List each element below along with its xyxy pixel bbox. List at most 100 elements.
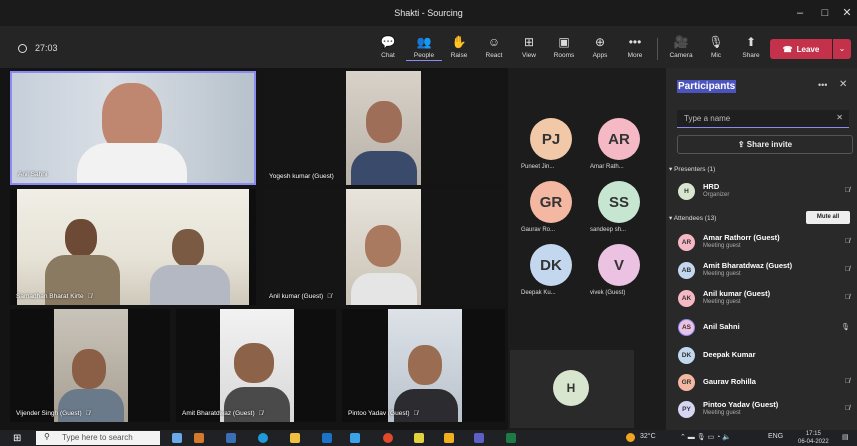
avatar-name: Deepak Ku... [521,290,556,296]
raise-hand-icon: ✋ [451,35,467,49]
avatar: AK [678,290,695,307]
video-tile[interactable]: Anil kumar (Guest) 🎙̸ [263,189,505,305]
leave-dropdown[interactable]: ⌄ [833,39,851,59]
notifications-icon[interactable]: ▤ [842,433,849,441]
leave-button[interactable]: ☎ Leave [770,39,832,59]
chat-button[interactable]: 💬 Chat [370,34,406,64]
more-icon: ••• [628,35,642,49]
self-tile[interactable]: H [510,350,634,428]
camera-button[interactable]: 🎥 Camera [663,34,699,64]
temperature[interactable]: 32°C [640,433,656,440]
people-app-icon[interactable] [350,433,360,443]
participant-row[interactable]: DK Deepak Kumar [678,344,854,368]
react-button[interactable]: ☺ React [476,34,512,64]
video-tile[interactable]: Amit Bharatdwaz (Guest) 🎙̸ [176,309,336,422]
avatar[interactable]: PJ [530,118,572,160]
meeting-toolbar: 27:03 💬 Chat 👥 People ✋ Raise ☺ React ⊞ View … [0,26,857,68]
tray-icons[interactable]: ⌃ ▬ 🎙 ▭ ◔ 🔈 [680,433,731,441]
presenters-header[interactable]: ▾ Presenters (1) [669,165,715,173]
participant-row[interactable]: AK Anil kumar (Guest) Meeting guest 🎙̸ [678,287,854,311]
weather-icon[interactable] [626,433,635,442]
avatar[interactable]: DK [530,244,572,286]
participant-row[interactable]: H HRD Organizer 🎙̸ [678,180,854,204]
mic-off-icon: 🎙̸ [844,266,850,273]
windows-start-icon[interactable]: ⊞ [13,433,21,444]
mail-icon[interactable] [322,433,332,443]
avatar: AS [678,319,695,336]
avatar-name: Amar Rath... [590,164,624,170]
participant-row[interactable]: PY Pintoo Yadav (Guest) Meeting guest 🎙̸ [678,398,854,422]
participant-name: Anil Sahni [18,171,48,178]
mic-off-icon: 🎙̸ [844,294,850,301]
close-window-icon[interactable]: ✕ [840,6,854,20]
panel-title: Participants [677,80,737,93]
avatar-name: vivek (Guest) [590,290,626,296]
avatar: H [553,370,589,406]
mute-all-button[interactable]: Mute all [806,211,850,224]
clock[interactable]: 17:15 06-04-2022 [798,430,829,446]
view-button[interactable]: ⊞ View [511,34,547,64]
close-panel-icon[interactable]: ✕ [839,79,847,90]
language-indicator[interactable]: ENG [768,433,783,440]
share-icon: ⬆ [745,35,757,49]
camera-off-icon: 🎥 [673,35,689,49]
avatar-name: Puneet Jin... [521,164,555,170]
avatar[interactable]: SS [598,181,640,223]
avatar: AB [678,262,695,279]
video-tile[interactable]: Vijender Singh (Guest) 🎙̸ [10,309,170,422]
file-explorer-icon[interactable] [290,433,300,443]
video-tile[interactable]: Samadhan Bharat Kirte 🎙̸ [10,189,256,305]
toolbar-divider [657,38,658,60]
meeting-timer: 27:03 [18,43,58,53]
video-tile[interactable]: Anil Sahni [10,71,256,185]
minimize-icon[interactable]: – [793,6,807,20]
raise-hand-button[interactable]: ✋ Raise [441,34,477,64]
search-input[interactable]: Type a name ✕ [677,110,849,128]
phone-hangup-icon: ☎ [782,44,793,54]
participant-row[interactable]: AS Anil Sahni 🎙 [678,316,854,340]
mic-off-icon: 🎙̸ [413,410,419,417]
more-button[interactable]: ••• More [617,34,653,64]
avatar[interactable]: AR [598,118,640,160]
maximize-icon[interactable]: □ [818,6,832,20]
avatar[interactable]: V [598,244,640,286]
clear-icon[interactable]: ✕ [836,113,843,122]
avatar: H [678,183,695,200]
share-button[interactable]: ⬆ Share [733,34,769,64]
taskbar-search-input[interactable]: ⚲ Type here to search [36,431,160,445]
participant-row[interactable]: AR Amar Rathorr (Guest) Meeting guest 🎙̸ [678,231,854,255]
task-view-icon[interactable] [172,433,182,443]
sticky-notes-icon[interactable] [444,433,454,443]
store-icon[interactable] [414,433,424,443]
excel-icon[interactable] [506,433,516,443]
participant-name: Samadhan Bharat Kirte [16,293,84,300]
video-tile[interactable]: Pintoo Yadav (Guest) 🎙̸ [342,309,505,422]
mic-button[interactable]: 🎙 Mic [698,34,734,64]
participant-row[interactable]: AB Amit Bharatdwaz (Guest) Meeting guest… [678,259,854,283]
rooms-button[interactable]: ▣ Rooms [546,34,582,64]
view-icon: ⊞ [523,35,535,49]
more-options-icon[interactable]: ••• [818,80,827,90]
video-tile[interactable]: Yogesh kumar (Guest) [263,71,505,185]
participant-name: Yogesh kumar (Guest) [269,173,334,180]
participant-name: Anil kumar (Guest) [269,293,324,300]
mic-off-icon: 🎙 [708,35,724,49]
share-invite-button[interactable]: ⇪ Share invite [677,135,853,154]
people-button[interactable]: 👥 People [406,34,442,64]
avatar: GR [678,374,695,391]
mic-off-icon: 🎙̸ [258,410,264,417]
participant-name: Pintoo Yadav (Guest) [348,410,410,417]
avatar[interactable]: GR [530,181,572,223]
edge-icon[interactable] [258,433,268,443]
teams-icon[interactable] [474,433,484,443]
apps-button[interactable]: ⊕ Apps [582,34,618,64]
participant-row[interactable]: GR Gaurav Rohilla 🎙̸ [678,371,854,395]
chevron-down-icon: ⌄ [838,44,846,53]
participant-name: Amit Bharatdwaz (Guest) [182,410,255,417]
widgets-icon[interactable] [226,433,236,443]
briefcase-icon[interactable] [194,433,204,443]
react-icon: ☺ [487,35,501,49]
chrome-icon[interactable] [383,433,393,443]
avatar-name: sandeep sh... [590,227,627,233]
attendees-header[interactable]: ▾ Attendees (13) [669,214,716,222]
